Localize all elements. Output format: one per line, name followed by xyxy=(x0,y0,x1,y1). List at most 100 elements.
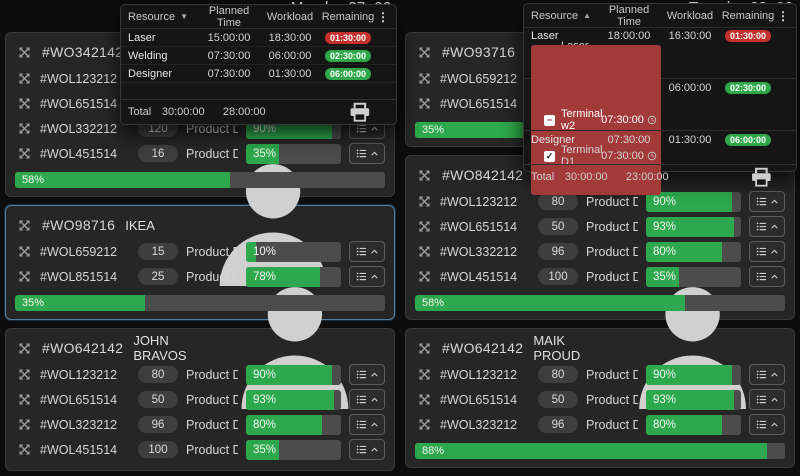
move-icon[interactable] xyxy=(17,45,32,60)
details-button[interactable] xyxy=(749,216,785,237)
chevron-up-icon xyxy=(770,420,779,429)
move-icon[interactable] xyxy=(417,392,432,407)
move-icon[interactable] xyxy=(417,269,432,284)
workline-row: #WOL451514 100 Product Description 35% xyxy=(15,437,385,462)
resource-popup-monday: Resource ▼ Planned Time Workload Remaini… xyxy=(120,4,397,125)
details-button[interactable] xyxy=(349,414,385,435)
print-icon[interactable] xyxy=(331,100,389,124)
list-icon xyxy=(756,394,767,405)
details-button[interactable] xyxy=(349,364,385,385)
product-description: Product Description xyxy=(186,393,238,407)
list-icon xyxy=(756,246,767,257)
move-icon[interactable] xyxy=(417,367,432,382)
list-icon xyxy=(356,246,367,257)
move-icon[interactable] xyxy=(417,45,432,60)
quantity-pill: 80 xyxy=(538,366,578,383)
workload: 01:30:00 xyxy=(261,68,319,80)
column-planned-time: Planned Time xyxy=(197,5,261,29)
product-description: Product Description xyxy=(586,418,638,432)
move-icon[interactable] xyxy=(17,71,32,86)
list-icon xyxy=(356,394,367,405)
workline-id: #WOL451514 xyxy=(40,443,130,457)
quantity-pill: 80 xyxy=(138,366,178,383)
progress-bar: 10% xyxy=(246,242,341,262)
total-label: Total xyxy=(531,171,554,183)
move-icon[interactable] xyxy=(17,244,32,259)
chevron-up-icon xyxy=(370,445,379,454)
details-button[interactable] xyxy=(749,241,785,262)
workorder-id: #WO842142 xyxy=(442,167,523,183)
workload: 06:00:00 xyxy=(661,82,719,94)
move-icon[interactable] xyxy=(17,121,32,136)
workorder-progress-bar: 58% xyxy=(15,172,385,188)
move-icon[interactable] xyxy=(17,341,32,356)
scheduler-board: Monday 27 -06 - 2022 #WO342142 #WOL12321… xyxy=(0,0,800,476)
workorder-id: #WO642142 xyxy=(442,340,523,356)
progress-fill xyxy=(415,443,767,459)
progress-bar: 80% xyxy=(646,415,741,435)
details-button[interactable] xyxy=(349,389,385,410)
checkbox-checked-icon[interactable] xyxy=(544,151,555,162)
progress-bar: 93% xyxy=(246,390,341,410)
move-icon[interactable] xyxy=(417,168,432,183)
move-icon[interactable] xyxy=(17,146,32,161)
column-workload: Workload xyxy=(661,10,719,22)
workorder-id: #WO98716 xyxy=(42,217,115,233)
workline-id: #WOL851514 xyxy=(40,270,130,284)
move-icon[interactable] xyxy=(417,71,432,86)
workorder-card: #WO642142 MAIK PROUD #WOL123212 80 Produ… xyxy=(405,328,795,468)
details-button[interactable] xyxy=(349,439,385,460)
details-button[interactable] xyxy=(349,241,385,262)
progress-fill xyxy=(15,172,230,188)
customer-name: JOHN BRAVOS xyxy=(133,333,199,363)
move-icon[interactable] xyxy=(17,367,32,382)
move-icon[interactable] xyxy=(417,219,432,234)
move-icon[interactable] xyxy=(417,194,432,209)
progress-label: 10% xyxy=(253,246,276,258)
progress-bar: 35% xyxy=(246,440,341,460)
kebab-menu-icon[interactable] xyxy=(777,9,789,23)
move-icon[interactable] xyxy=(17,442,32,457)
planned-time: 07:30:00 xyxy=(601,150,644,162)
product-description: Product Description xyxy=(186,418,238,432)
resource-total-row: Total 30:00:00 23:00:00 xyxy=(524,164,796,189)
progress-bar: 78% xyxy=(246,267,341,287)
list-icon xyxy=(356,419,367,430)
workorder-id: #WO342142 xyxy=(42,44,123,60)
workorder-progress-bar: 58% xyxy=(415,295,785,311)
progress-label: 58% xyxy=(22,174,44,186)
move-icon[interactable] xyxy=(417,417,432,432)
details-button[interactable] xyxy=(749,364,785,385)
product-description: Product Description xyxy=(586,368,638,382)
print-icon[interactable] xyxy=(734,165,789,189)
progress-label: 80% xyxy=(253,419,276,431)
workline-id: #WOL659212 xyxy=(440,72,517,86)
remaining-badge: 06:00:00 xyxy=(325,68,371,80)
move-icon[interactable] xyxy=(417,341,432,356)
details-button[interactable] xyxy=(749,191,785,212)
workline-id: #WOL651514 xyxy=(440,97,517,111)
move-icon[interactable] xyxy=(417,244,432,259)
details-button[interactable] xyxy=(749,389,785,410)
move-icon[interactable] xyxy=(17,417,32,432)
quantity-pill: 15 xyxy=(138,243,178,260)
workline-id: #WOL451514 xyxy=(40,147,130,161)
workline-id: #WOL323212 xyxy=(40,418,130,432)
move-icon[interactable] xyxy=(17,96,32,111)
details-button[interactable] xyxy=(749,414,785,435)
workorder-id: #WO642142 xyxy=(42,340,123,356)
progress-label: 35% xyxy=(22,297,44,309)
move-icon[interactable] xyxy=(17,269,32,284)
resource-total-row: Total 30:00:00 28:00:00 xyxy=(121,99,396,124)
move-icon[interactable] xyxy=(17,218,32,233)
column-workload: Workload xyxy=(261,11,319,23)
resource-name: Laser xyxy=(128,32,197,44)
workline-id: #WOL659212 xyxy=(40,245,130,259)
workload: 18:30:00 xyxy=(261,32,319,44)
product-description: Product Description xyxy=(186,368,238,382)
kebab-menu-icon[interactable] xyxy=(377,10,389,24)
move-icon[interactable] xyxy=(17,392,32,407)
column-resource[interactable]: Resource ▼ xyxy=(128,11,197,23)
chevron-up-icon xyxy=(770,222,779,231)
move-icon[interactable] xyxy=(417,96,432,111)
